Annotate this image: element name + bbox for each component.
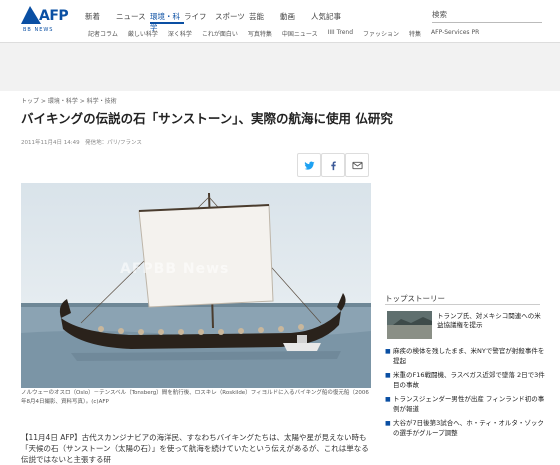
story-title[interactable]: 米重のF16戦闘機、ラスベガス近郊で墜落 2日で3件目の事故 — [393, 371, 545, 390]
subnav-item[interactable]: IIII Trend — [328, 29, 353, 38]
story-title[interactable]: 麻疾の検体を残したまま、米NYで警官が射殺事件を提起 — [393, 347, 545, 366]
nav-item-life[interactable]: ライフ — [184, 11, 215, 24]
subnav-item[interactable]: 中国ニュース — [282, 29, 318, 38]
afp-logo-sub: BB NEWS — [23, 27, 54, 33]
afp-logo-text: AFP — [39, 8, 69, 24]
nav-item-popular[interactable]: 人気記事 — [311, 11, 353, 24]
breadcrumb[interactable]: トップ > 環境・科学 > 科学・技術 — [21, 96, 117, 105]
afp-logo[interactable]: AFP BB NEWS — [21, 6, 75, 34]
search-input[interactable]: 検索 — [432, 9, 542, 23]
thumbnail-image — [387, 311, 432, 339]
facebook-icon — [330, 161, 336, 170]
nav-item-video[interactable]: 動画 — [280, 11, 311, 24]
article-meta: 2011年11月4日 14:49 発信地：パリ/フランス — [21, 140, 142, 146]
story-item[interactable]: ■ 大谷が7日後第3試合へ、ホ・ティ・オルタ・ゾックの選手がグループ調整 — [385, 419, 545, 438]
nav-item-entertainment[interactable]: 芸能 — [249, 11, 280, 24]
bullet-icon: ■ — [385, 372, 391, 379]
sub-nav: 記者コラム 厳しい科学 深く科学 これが面白い 写真特集 中国ニュース IIII… — [88, 29, 479, 38]
photo-caption: ノルウェーのオスロ（Oslo）－テンスベル（Tonsberg）間を航行後、ロスキ… — [21, 390, 369, 405]
top-story-item[interactable]: トランプ氏、対メキシコ関連への米益協議権を提示 — [387, 311, 542, 341]
subnav-item[interactable]: 深く科学 — [168, 29, 192, 38]
subnav-item[interactable]: 厳しい科学 — [128, 29, 158, 38]
main-nav: 新着 ニュース 環境・科学 ライフ スポーツ 芸能 動画 人気記事 — [85, 11, 353, 32]
story-item[interactable]: ■ トランスジェンダー男性が出産 フィンランド初の事例が報道 — [385, 395, 545, 414]
story-item[interactable]: ■ 米重のF16戦闘機、ラスベガス近郊で墜落 2日で3件目の事故 — [385, 371, 545, 390]
share-mail-button[interactable] — [345, 153, 369, 177]
article-photo[interactable] — [21, 183, 371, 388]
nav-item-sports[interactable]: スポーツ — [215, 11, 249, 24]
article-headline: バイキングの伝説の石「サンストーン」、実際の航海に使用 仏研究 — [21, 111, 393, 126]
nav-item-news[interactable]: ニュース — [116, 11, 150, 24]
top-stories-title: トップストーリー — [385, 294, 445, 303]
sidebar-divider — [385, 304, 540, 305]
subnav-item[interactable]: 写真特集 — [248, 29, 272, 38]
share-twitter-button[interactable] — [297, 153, 321, 177]
story-list: ■ 麻疾の検体を残したまま、米NYで警官が射殺事件を提起 ■ 米重のF16戦闘機… — [385, 347, 545, 443]
share-facebook-button[interactable] — [321, 153, 345, 177]
story-item[interactable]: ■ 麻疾の検体を残したまま、米NYで警官が射殺事件を提起 — [385, 347, 545, 366]
subnav-item[interactable]: 特集 — [409, 29, 421, 38]
subnav-item[interactable]: ファッション — [363, 29, 399, 38]
twitter-icon — [303, 161, 315, 170]
subnav-item[interactable]: AFP-Services PR — [431, 29, 479, 38]
story-title[interactable]: トランスジェンダー男性が出産 フィンランド初の事例が報道 — [393, 395, 545, 414]
bullet-icon: ■ — [385, 396, 391, 403]
ad-banner-area — [0, 43, 560, 91]
bullet-icon: ■ — [385, 348, 391, 355]
subnav-item[interactable]: 記者コラム — [88, 29, 118, 38]
subnav-item[interactable]: これが面白い — [202, 29, 238, 38]
mail-icon — [351, 161, 363, 169]
viking-ship-image — [21, 183, 371, 388]
nav-item-environment-science[interactable]: 環境・科学 — [150, 11, 184, 32]
top-story-thumbnail[interactable] — [387, 311, 432, 339]
story-title[interactable]: 大谷が7日後第3試合へ、ホ・ティ・オルタ・ゾックの選手がグループ調整 — [393, 419, 545, 438]
site-header: AFP BB NEWS 新着 ニュース 環境・科学 ライフ スポーツ 芸能 動画… — [0, 0, 560, 42]
article-body: 【11月4日 AFP】古代スカンジナビアの海洋民、すなわちバイキングたちは、太陽… — [21, 433, 369, 464]
photo-watermark: AFPBB News — [120, 261, 230, 277]
bullet-icon: ■ — [385, 420, 391, 427]
afp-logo-mark — [21, 6, 41, 24]
nav-item-new[interactable]: 新着 — [85, 11, 116, 24]
top-story-title[interactable]: トランプ氏、対メキシコ関連への米益協議権を提示 — [437, 312, 542, 330]
